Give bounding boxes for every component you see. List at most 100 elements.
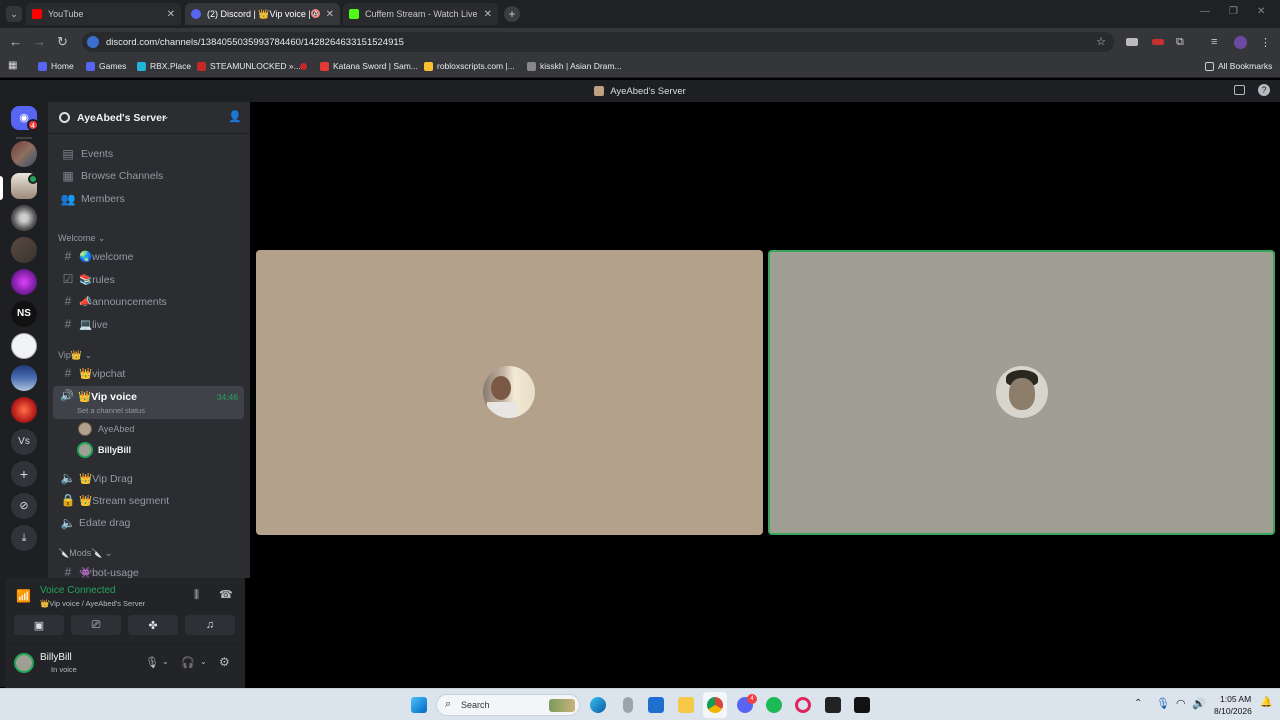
add-server-icon[interactable]: +	[11, 461, 37, 487]
participant-tile-ayeabed[interactable]	[256, 250, 763, 535]
download-icon[interactable]: ⤓	[11, 525, 37, 551]
bookmark-rbx-place[interactable]: RBX.Place	[137, 61, 191, 71]
server-icon[interactable]	[11, 333, 37, 359]
chevron-down-icon[interactable]: ⌄	[162, 657, 169, 666]
noise-suppression-icon[interactable]: ⫼	[194, 589, 199, 602]
voice-channel-label[interactable]: 👑Vip voice / AyeAbed's Server	[40, 599, 145, 608]
server-icon-vs[interactable]: Vs	[11, 429, 37, 455]
voice-status[interactable]: Voice Connected	[40, 585, 116, 596]
clock-time[interactable]: 1:05 AM	[1220, 694, 1251, 704]
browse-channels-item[interactable]: ▦ Browse Channels	[53, 166, 243, 186]
file-explorer-icon[interactable]	[678, 697, 694, 713]
bookmark-games[interactable]: Games	[86, 61, 126, 71]
voice-member-billybill[interactable]: BillyBill	[76, 442, 236, 460]
bookmark-home[interactable]: Home	[38, 61, 74, 71]
channel-welcome[interactable]: # 🌏welcome	[53, 246, 243, 266]
channel-edate-drag[interactable]: 🔈 Edate drag	[53, 513, 243, 533]
voice-member-ayeabed[interactable]: AyeAbed	[76, 421, 236, 439]
category-mods[interactable]: 🔪Mods🔪 ⌄	[58, 548, 112, 559]
share-screen-button[interactable]: ⎚	[71, 615, 121, 635]
server-icon-ns[interactable]: NS	[11, 301, 37, 327]
category-welcome[interactable]: Welcome ⌄	[58, 233, 105, 244]
headphones-icon[interactable]: 🎧	[181, 656, 195, 669]
bookmark-robloxscripts[interactable]: robloxscripts.com |...	[424, 61, 515, 71]
windows-start-icon[interactable]	[411, 697, 427, 713]
notification-bell-icon[interactable]: 🔔	[1260, 697, 1272, 708]
disconnect-icon[interactable]: ☎	[219, 588, 233, 601]
menu-icon[interactable]: ⋮	[1260, 36, 1271, 49]
user-avatar[interactable]	[14, 653, 34, 673]
category-vip[interactable]: Vip👑 ⌄	[58, 350, 92, 361]
spotify-icon[interactable]	[766, 697, 782, 713]
extension-icon[interactable]	[1152, 39, 1164, 45]
store-icon[interactable]	[648, 697, 664, 713]
close-tab-icon[interactable]: ✕	[167, 9, 175, 20]
chevron-down-icon[interactable]: ⌄	[200, 657, 207, 666]
epic-games-icon[interactable]	[854, 697, 870, 713]
back-icon[interactable]: ←	[9, 34, 22, 49]
bookmark-star-icon[interactable]: ☆	[1096, 35, 1106, 48]
all-bookmarks[interactable]: All Bookmarks	[1205, 61, 1272, 71]
wifi-icon[interactable]: ◠	[1176, 697, 1186, 710]
forward-icon[interactable]: →	[33, 34, 46, 49]
bookmark-icon[interactable]	[300, 63, 307, 70]
app-icon[interactable]	[623, 697, 633, 713]
extensions-puzzle-icon[interactable]: ⧉	[1176, 36, 1184, 49]
channel-announcements[interactable]: # 📣announcements	[53, 291, 243, 311]
reload-icon[interactable]: ↻	[57, 34, 68, 50]
opera-icon[interactable]	[795, 697, 811, 713]
new-tab-button[interactable]: +	[504, 6, 520, 22]
server-icon[interactable]	[11, 141, 37, 167]
minimize-icon[interactable]: —	[1200, 6, 1210, 17]
tab-cuffem-stream[interactable]: Cuffem Stream - Watch Live on ✕	[343, 3, 498, 25]
edge-icon[interactable]	[590, 697, 606, 713]
terminal-icon[interactable]	[825, 697, 841, 713]
volume-icon[interactable]: 🔊	[1192, 697, 1206, 710]
channel-stream-segment[interactable]: 🔒 👑Stream segment	[53, 490, 243, 510]
tab-search-button[interactable]: ⌄	[6, 6, 22, 22]
bookmark-katana-sword[interactable]: Katana Sword | Sam...	[320, 61, 418, 71]
camera-toggle-button[interactable]: ▣	[14, 615, 64, 635]
server-icon[interactable]	[11, 237, 37, 263]
activities-button[interactable]: ✤	[128, 615, 178, 635]
microphone-icon[interactable]: 🎙	[145, 656, 159, 669]
extension-icon[interactable]	[1126, 38, 1138, 46]
close-tab-icon[interactable]: ✕	[326, 9, 334, 20]
maximize-icon[interactable]: ❐	[1229, 6, 1238, 17]
channel-vip-voice[interactable]: 🔊 👑Vip voice 34:46 Set a channel status	[53, 386, 244, 419]
site-info-icon[interactable]	[87, 36, 99, 48]
channel-status-text[interactable]: Set a channel status	[77, 406, 145, 415]
participant-tile-billybill[interactable]	[768, 250, 1275, 535]
discover-compass-icon[interactable]: ⊘	[11, 493, 37, 519]
tab-youtube[interactable]: YouTube ✕	[26, 3, 181, 25]
channel-live[interactable]: # 💻live	[53, 314, 243, 334]
settings-gear-icon[interactable]: ⚙	[219, 655, 230, 669]
apps-grid-icon[interactable]: ▦	[8, 60, 17, 71]
microphone-tray-icon[interactable]: 🎙	[1156, 697, 1170, 710]
members-item[interactable]: 👥 Members	[53, 189, 243, 209]
channel-vip-drag[interactable]: 🔈 👑Vip Drag	[53, 468, 243, 488]
events-item[interactable]: ▤ Events	[53, 144, 243, 164]
chrome-icon[interactable]	[707, 697, 723, 713]
channel-vipchat[interactable]: # 👑vipchat	[53, 363, 243, 383]
profile-avatar[interactable]	[1234, 36, 1247, 49]
channel-bot-usage[interactable]: # 👾bot-usage	[53, 562, 243, 578]
server-header[interactable]: AyeAbed's Server ⌄ 👤	[48, 102, 250, 134]
help-icon[interactable]: ?	[1258, 84, 1270, 96]
taskbar-search[interactable]: ⌕ Search	[436, 694, 580, 716]
bookmark-steamunlocked[interactable]: STEAMUNLOCKED »...	[197, 61, 301, 71]
server-icon[interactable]	[11, 397, 37, 423]
address-bar[interactable]: discord.com/channels/1384055035993784460…	[82, 32, 1114, 52]
server-icon[interactable]	[11, 269, 37, 295]
tab-discord[interactable]: (2) Discord | 👑Vip voice | A ✕	[185, 3, 340, 25]
soundboard-button[interactable]: ♫	[185, 615, 235, 635]
invite-people-icon[interactable]: 👤	[228, 110, 242, 123]
clock-date[interactable]: 8/10/2026	[1214, 706, 1252, 716]
close-tab-icon[interactable]: ✕	[484, 9, 492, 20]
channel-rules[interactable]: ☑ 📚rules	[53, 269, 243, 289]
bookmark-kisskh[interactable]: kisskh | Asian Dram...	[527, 61, 622, 71]
server-icon[interactable]	[11, 365, 37, 391]
hidden-icons-chevron[interactable]: ⌃	[1134, 698, 1142, 709]
media-control-icon[interactable]: ≡	[1211, 36, 1217, 48]
server-icon[interactable]	[11, 205, 37, 231]
